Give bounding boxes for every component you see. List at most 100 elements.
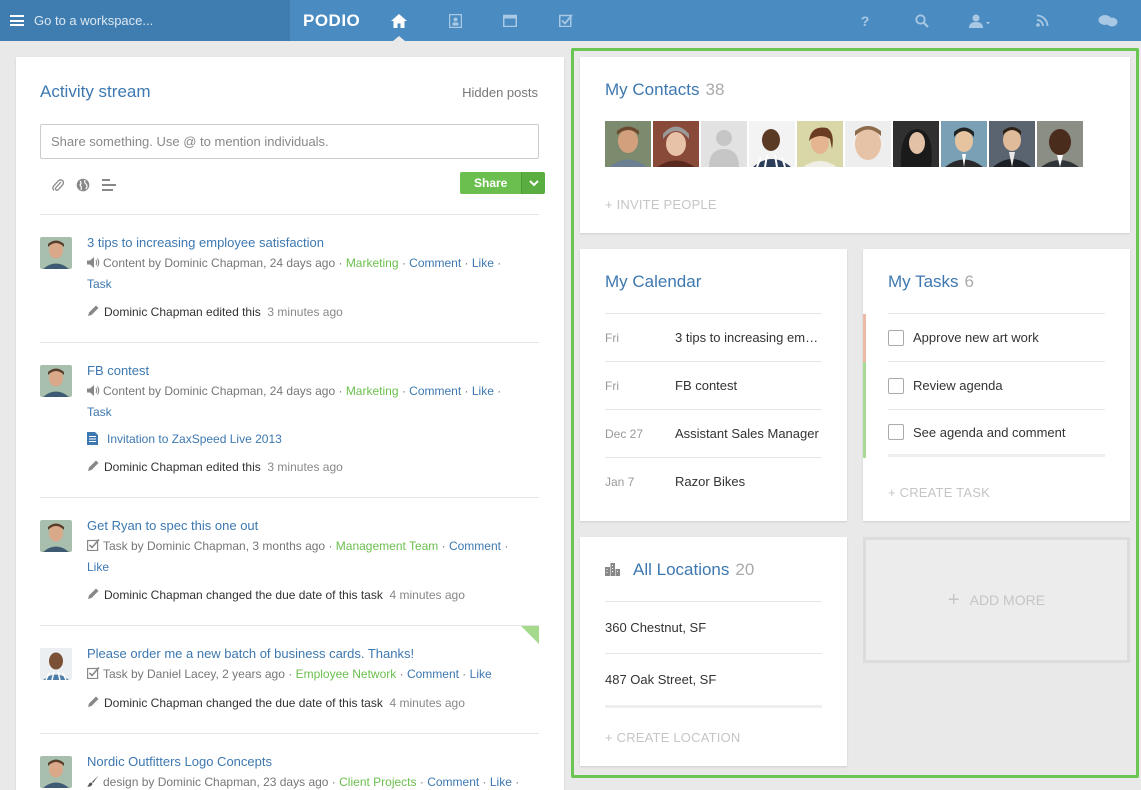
calendar-event[interactable]: Fri 3 tips to increasing em… (605, 313, 822, 361)
speaker-icon (87, 254, 103, 274)
task-checkbox[interactable] (888, 329, 904, 346)
task-item[interactable]: Approve new art work (863, 313, 1105, 362)
event-title[interactable]: FB contest (675, 378, 823, 393)
task-item[interactable]: See agenda and comment (863, 409, 1105, 458)
contact-avatar[interactable] (941, 121, 987, 167)
task-label[interactable]: Review agenda (913, 378, 1003, 393)
feed-icon[interactable] (1024, 0, 1060, 41)
post-title[interactable]: Please order me a new batch of business … (87, 646, 414, 661)
share-dropdown[interactable] (521, 172, 546, 194)
post-attachment[interactable]: Invitation to ZaxSpeed Live 2013 (87, 432, 282, 448)
activity-stream-title: Activity stream (40, 82, 151, 101)
my-tasks-title[interactable]: My Tasks 6 (888, 272, 974, 292)
event-date: Dec 27 (605, 426, 644, 441)
comment-link[interactable]: Comment (449, 539, 501, 553)
contact-avatar[interactable] (797, 121, 843, 167)
invite-people-link[interactable]: + INVITE PEOPLE (605, 197, 717, 212)
task-label[interactable]: Approve new art work (913, 330, 1039, 345)
add-more-button[interactable]: + ADD MORE (863, 537, 1130, 663)
task-checkbox[interactable] (888, 424, 904, 440)
podio-logo[interactable]: PODIO (303, 11, 360, 31)
calendar-event[interactable]: Dec 27 Assistant Sales Manager (605, 409, 822, 457)
avatar[interactable] (40, 237, 72, 269)
contact-avatar[interactable] (605, 121, 651, 167)
contact-avatar[interactable] (845, 121, 891, 167)
comment-link[interactable]: Comment (409, 256, 461, 270)
my-contacts-card: My Contacts 38 + INVITE PEOPLE (580, 57, 1130, 233)
like-link[interactable]: Like (490, 775, 512, 789)
comment-link[interactable]: Comment (427, 775, 479, 789)
share-tools (52, 178, 116, 195)
contact-avatar[interactable] (701, 121, 747, 167)
pencil-icon (87, 305, 104, 320)
home-icon[interactable] (381, 0, 417, 41)
menu-icon (10, 15, 24, 26)
create-location-link[interactable]: + CREATE LOCATION (605, 730, 740, 745)
task-link[interactable]: Task (87, 405, 112, 419)
post-tag[interactable]: Management Team (336, 539, 439, 553)
avatar[interactable] (40, 365, 72, 397)
share-input[interactable] (40, 124, 539, 159)
contact-avatar[interactable] (749, 121, 795, 167)
share-button[interactable]: Share (460, 172, 546, 194)
comment-link[interactable]: Comment (407, 667, 459, 681)
task-label[interactable]: See agenda and comment (913, 425, 1066, 440)
avatar[interactable] (40, 648, 72, 680)
my-tasks-card: My Tasks 6 Approve new art work Review ag… (863, 249, 1130, 521)
hidden-posts-link[interactable]: Hidden posts (462, 85, 538, 100)
all-locations-title[interactable]: All Locations 20 (605, 560, 754, 581)
contact-avatar[interactable] (653, 121, 699, 167)
activity-post: Nordic Outfitters Logo Concepts design b… (40, 733, 539, 790)
comment-link[interactable]: Comment (409, 384, 461, 398)
calendar-event[interactable]: Fri FB contest (605, 361, 822, 409)
task-link[interactable]: Task (87, 277, 112, 291)
share-button-label[interactable]: Share (460, 172, 522, 194)
globe-icon[interactable] (76, 178, 90, 195)
post-title[interactable]: Nordic Outfitters Logo Concepts (87, 754, 272, 769)
event-title[interactable]: Razor Bikes (675, 474, 823, 489)
my-calendar-title[interactable]: My Calendar (605, 272, 701, 292)
contact-avatar[interactable] (893, 121, 939, 167)
post-tag[interactable]: Client Projects (339, 775, 416, 789)
post-corner-flag (521, 626, 539, 644)
avatar[interactable] (40, 756, 72, 788)
post-tag[interactable]: Employee Network (296, 667, 397, 681)
contact-avatar[interactable] (1037, 121, 1083, 167)
user-menu-icon[interactable] (962, 0, 998, 41)
my-contacts-title[interactable]: My Contacts 38 (605, 80, 724, 100)
location-item[interactable]: 487 Oak Street, SF (605, 653, 822, 705)
tasks-icon[interactable] (548, 0, 584, 41)
calendar-icon[interactable] (492, 0, 528, 41)
attachment-icon[interactable] (52, 178, 65, 195)
task-item[interactable]: Review agenda (863, 361, 1105, 410)
post-edit-line: Dominic Chapman changed the due date of … (87, 588, 465, 603)
post-meta: Content by Dominic Chapman, 24 days ago … (87, 381, 527, 422)
chat-icon[interactable] (1090, 0, 1126, 41)
text-format-icon[interactable] (102, 179, 116, 194)
event-title[interactable]: 3 tips to increasing em… (675, 330, 823, 345)
post-tag[interactable]: Marketing (346, 256, 399, 270)
post-meta: design by Dominic Chapman, 23 days ago ·… (87, 772, 527, 790)
search-icon[interactable] (904, 0, 940, 41)
avatar[interactable] (40, 520, 72, 552)
contact-avatar[interactable] (989, 121, 1035, 167)
my-calendar-card: My Calendar Fri 3 tips to increasing em…… (580, 249, 847, 521)
help-icon[interactable]: ? (847, 0, 883, 41)
checkbox-icon (87, 665, 103, 685)
post-tag[interactable]: Marketing (346, 384, 399, 398)
workspace-switcher[interactable]: Go to a workspace... (0, 0, 290, 41)
post-title[interactable]: 3 tips to increasing employee satisfacti… (87, 235, 324, 250)
calendar-event[interactable]: Jan 7 Razor Bikes (605, 457, 822, 505)
post-title[interactable]: FB contest (87, 363, 149, 378)
like-link[interactable]: Like (472, 256, 494, 270)
create-task-link[interactable]: + CREATE TASK (888, 485, 990, 500)
locations-count: 20 (735, 560, 755, 579)
location-item[interactable]: 360 Chestnut, SF (605, 601, 822, 653)
event-title[interactable]: Assistant Sales Manager (675, 426, 823, 441)
like-link[interactable]: Like (472, 384, 494, 398)
post-title[interactable]: Get Ryan to spec this one out (87, 518, 258, 533)
contacts-icon[interactable] (437, 0, 473, 41)
like-link[interactable]: Like (470, 667, 492, 681)
like-link[interactable]: Like (87, 560, 109, 574)
task-checkbox[interactable] (888, 377, 904, 394)
